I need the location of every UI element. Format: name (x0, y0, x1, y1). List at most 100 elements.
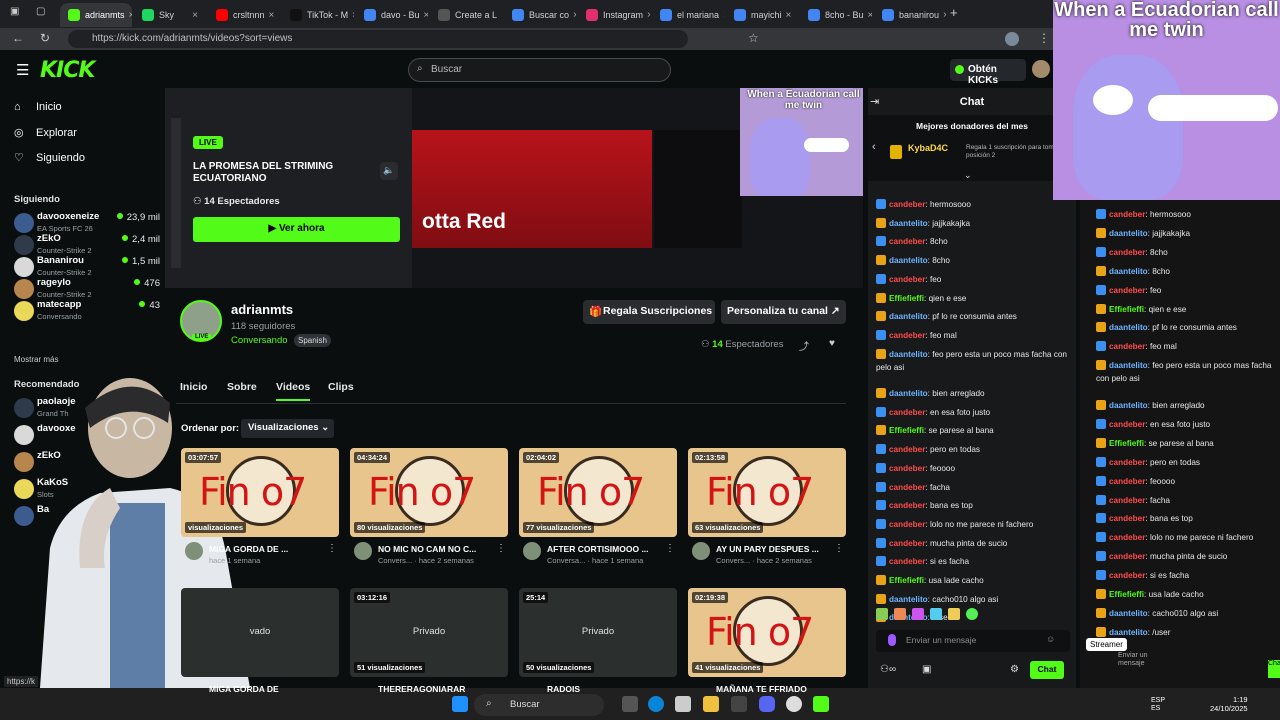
sidebar-nav-siguiendo[interactable]: ♡ Siguiendo (14, 151, 85, 165)
follow-user-icon[interactable]: ♥ (829, 338, 835, 349)
chat-username[interactable]: candeber (1109, 342, 1145, 351)
video-thumbnail[interactable]: Privado 03:12:16 51 visualizaciones (350, 588, 508, 677)
video-title[interactable]: MIGA GORDA DE ... (209, 544, 329, 554)
browser-tab[interactable]: adrianmts × (60, 3, 132, 27)
chat-username[interactable]: Effiefieffi (1109, 439, 1144, 448)
chat-username[interactable]: candeber (889, 275, 925, 284)
video-options-icon[interactable]: ⋮ (327, 543, 337, 554)
back-icon[interactable]: ← (12, 31, 24, 45)
close-tab-icon[interactable]: × (497, 10, 502, 21)
close-tab-icon[interactable]: × (864, 10, 872, 21)
chat-username[interactable]: candeber (889, 237, 925, 246)
search-input[interactable]: ⌕ Buscar (408, 58, 671, 82)
emote-bar[interactable] (876, 608, 1070, 624)
chat-username[interactable]: candeber (1109, 420, 1145, 429)
store-icon[interactable] (675, 696, 691, 712)
featured-stream[interactable]: otta Red LIVE LA PROMESA DEL STRIMING EC… (165, 88, 863, 288)
browser-tab[interactable]: Create a L× (430, 3, 502, 27)
chat-username[interactable]: candeber (1109, 571, 1145, 580)
video-channel-avatar[interactable] (692, 542, 710, 560)
video-thumbnail[interactable]: Fin o7 02:19:38 41 visualizaciones (688, 588, 846, 677)
chat-username[interactable]: daantelito (1109, 323, 1148, 332)
chat-username[interactable]: Effiefieffi (889, 294, 924, 303)
chat-settings-icon[interactable]: ⚙ (1010, 664, 1019, 675)
kick-app-icon[interactable] (813, 696, 829, 712)
video-title[interactable]: AY UN PARY DESPUES ... (716, 544, 836, 554)
chat-username[interactable]: daantelito (1109, 628, 1148, 637)
browser-tab[interactable]: 8cho - Bu × (800, 3, 872, 27)
video-thumbnail[interactable]: Fin o7 03:07:57 visualizaciones (181, 448, 339, 537)
tab-clips[interactable]: Clips (328, 381, 354, 393)
chat-users-icon[interactable]: ⚇∞ (880, 664, 896, 675)
close-tab-icon[interactable]: × (188, 10, 198, 21)
chat-username[interactable]: candeber (1109, 477, 1145, 486)
hamburger-icon[interactable]: ☰ (16, 61, 29, 79)
video-options-icon[interactable]: ⋮ (665, 543, 675, 554)
chat-username[interactable]: daantelito (889, 350, 928, 359)
menu-kebab-icon[interactable]: ⋮ (1038, 31, 1050, 45)
emote-icon[interactable] (930, 608, 942, 620)
video-title[interactable]: THERERAGONIARAR (378, 684, 498, 694)
browser-tab[interactable]: Instagram × (578, 3, 650, 27)
chat-username[interactable]: candeber (1109, 552, 1145, 561)
chevron-left-icon[interactable]: ‹ (872, 141, 876, 153)
sidebar-nav-inicio[interactable]: ⌂ Inicio (14, 101, 62, 113)
chat-username[interactable]: candeber (889, 464, 925, 473)
close-tab-icon[interactable]: × (643, 10, 650, 21)
task-view-icon[interactable] (622, 696, 638, 712)
app-icon[interactable] (731, 696, 747, 712)
reload-icon[interactable]: ↻ (40, 31, 50, 45)
chat-username[interactable]: daantelito (889, 595, 928, 604)
video-thumbnail[interactable]: Fin o7 02:13:58 63 visualizaciones (688, 448, 846, 537)
video-thumbnail[interactable]: Fin o7 04:34:24 80 visualizaciones (350, 448, 508, 537)
expand-icon[interactable]: ⌄ (964, 170, 972, 181)
video-title[interactable]: AFTER CORTISIMOOO ... (547, 544, 667, 554)
browser-tab[interactable]: crsltnnn × (208, 3, 280, 27)
tab-actions-icon[interactable]: ▣ (10, 6, 19, 17)
close-tab-icon[interactable]: × (569, 10, 576, 21)
chat-username[interactable]: candeber (1109, 210, 1145, 219)
chat-username[interactable]: candeber (889, 483, 925, 492)
star-icon[interactable]: ☆ (748, 31, 759, 45)
video-title[interactable]: MAÑANA TE FFRIADO (716, 684, 836, 694)
user-avatar[interactable] (1032, 60, 1050, 78)
close-tab-icon[interactable]: × (719, 10, 724, 21)
browser-tab[interactable]: mayichi × (726, 3, 798, 27)
close-tab-icon[interactable]: × (125, 10, 132, 21)
chat-username[interactable]: candeber (889, 520, 925, 529)
chat-username[interactable]: daantelito (889, 256, 928, 265)
discord-icon[interactable] (759, 696, 775, 712)
close-tab-icon[interactable]: × (420, 10, 428, 21)
windows-start-icon[interactable] (452, 696, 468, 712)
input-language[interactable]: ESP ES (1151, 697, 1173, 713)
video-options-icon[interactable]: ⋮ (496, 543, 506, 554)
close-tab-icon[interactable]: × (348, 10, 354, 21)
emote-icon[interactable] (876, 608, 888, 620)
mic-icon[interactable] (888, 634, 896, 646)
tab-search-icon[interactable]: ▢ (36, 6, 45, 17)
chat-username[interactable]: daantelito (1109, 267, 1148, 276)
chat-input[interactable]: Enviar un mensaje ☺ (876, 630, 1070, 652)
video-thumbnail[interactable]: Privado 25:14 50 visualizaciones (519, 588, 677, 677)
overlay-chat-button[interactable]: Chat (1268, 660, 1280, 678)
video-options-icon[interactable]: ⋮ (834, 543, 844, 554)
chat-username[interactable]: candeber (889, 501, 925, 510)
get-kicks-button[interactable]: Obtén KICKs (950, 59, 1026, 86)
chrome-icon[interactable] (786, 696, 802, 712)
chat-username[interactable]: candeber (889, 200, 925, 209)
browser-tab[interactable]: el mariana× (652, 3, 724, 27)
video-channel-avatar[interactable] (185, 542, 203, 560)
chat-username[interactable]: daantelito (1109, 229, 1148, 238)
chat-username[interactable]: Effiefieffi (889, 426, 924, 435)
chat-username[interactable]: Effiefieffi (1109, 305, 1144, 314)
share-icon[interactable]: ⤴ (799, 338, 809, 353)
chat-send-button[interactable]: Chat (1030, 661, 1064, 679)
video-channel-avatar[interactable] (354, 542, 372, 560)
chat-username[interactable]: candeber (1109, 514, 1145, 523)
chat-username[interactable]: candeber (1109, 533, 1145, 542)
edge-icon[interactable] (648, 696, 664, 712)
gift-chat-icon[interactable]: ▣ (922, 664, 931, 675)
show-more-link[interactable]: Mostrar más (14, 355, 58, 364)
close-tab-icon[interactable]: × (939, 10, 946, 21)
chat-username[interactable]: daantelito (889, 219, 928, 228)
